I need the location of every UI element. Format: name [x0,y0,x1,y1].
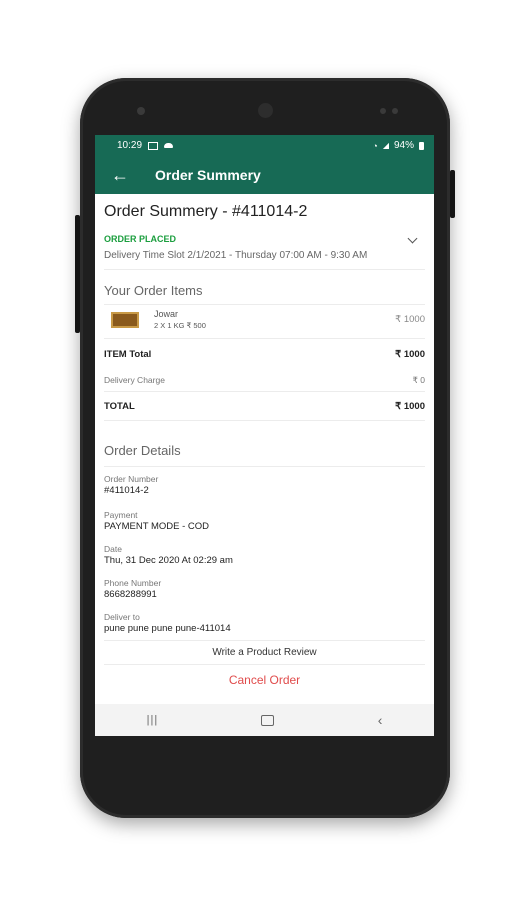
wifi-icon: ◔ [372,140,378,151]
sensor-dot [392,108,398,114]
back-arrow-icon[interactable]: ← [111,165,141,186]
app-bar: ← Order Summery [95,156,434,194]
order-status: ORDER PLACED [104,234,177,244]
date-value: Thu, 31 Dec 2020 At 02:29 am [104,555,233,566]
item-total-label: ITEM Total [104,348,152,360]
list-item[interactable]: Jowar 2 X 1 KG ₹ 500 ₹ 1000 [104,304,425,338]
deliver-to-label: Deliver to [104,612,140,622]
signal-icon: ◢ [382,141,389,150]
volume-button [75,215,80,333]
item-total-row: ITEM Total ₹ 1000 [104,338,425,369]
delivery-slot: Delivery Time Slot 2/1/2021 - Thursday 0… [104,250,368,261]
back-icon[interactable]: ‹ [378,712,383,728]
item-total-value: ₹ 1000 [395,348,425,360]
write-review-button[interactable]: Write a Product Review [104,640,425,664]
sensor-dot [380,108,386,114]
system-nav-bar: ||| ‹ [95,704,434,736]
product-price: ₹ 1000 [395,314,425,325]
page-title: Order Summery [155,167,261,183]
divider [104,420,425,421]
product-name: Jowar [154,309,179,319]
order-content: Order Summery - #411014-2 ORDER PLACED D… [95,203,434,687]
image-icon [148,141,159,150]
power-button [450,170,455,218]
total-value: ₹ 1000 [395,400,425,412]
order-number-value: #411014-2 [104,485,149,496]
chevron-down-icon[interactable] [407,233,418,244]
front-camera [258,103,273,118]
home-icon[interactable] [261,714,275,726]
order-number-label: Order Number [104,474,159,484]
items-section-title: Your Order Items [104,283,203,298]
details-section-title: Order Details [104,443,181,458]
delivery-charge-value: ₹ 0 [412,374,426,385]
divider [104,466,425,467]
order-heading: Order Summery - #411014-2 [104,203,308,220]
status-bar: 10:29 ◔ ◢ 94% [95,135,434,156]
recents-icon[interactable]: ||| [147,714,159,726]
payment-value: PAYMENT MODE - COD [104,521,210,532]
status-time: 10:29 [117,140,143,151]
total-label: TOTAL [104,400,135,412]
phone-value: 8668288991 [104,589,157,600]
product-image [111,311,139,328]
front-sensor [137,107,145,115]
delivery-address: pune pune pune pune-411014 [104,623,231,634]
order-status-row[interactable]: ORDER PLACED [104,233,425,244]
delivery-charge-row: Delivery Charge ₹ 0 [104,369,425,391]
battery-percent: 94% [393,140,414,151]
total-row: TOTAL ₹ 1000 [104,391,425,420]
delivery-charge-label: Delivery Charge [104,375,165,385]
payment-label: Payment [104,510,138,520]
battery-icon [419,141,424,150]
cloud-icon [164,143,174,148]
phone-label: Phone Number [104,578,162,588]
cancel-order-button[interactable]: Cancel Order [104,664,425,687]
divider [104,269,425,270]
date-label: Date [104,544,122,554]
product-quantity: 2 X 1 KG ₹ 500 [154,321,206,330]
phone-screen: 10:29 ◔ ◢ 94% ← Order Summery Order Summ… [95,135,434,736]
